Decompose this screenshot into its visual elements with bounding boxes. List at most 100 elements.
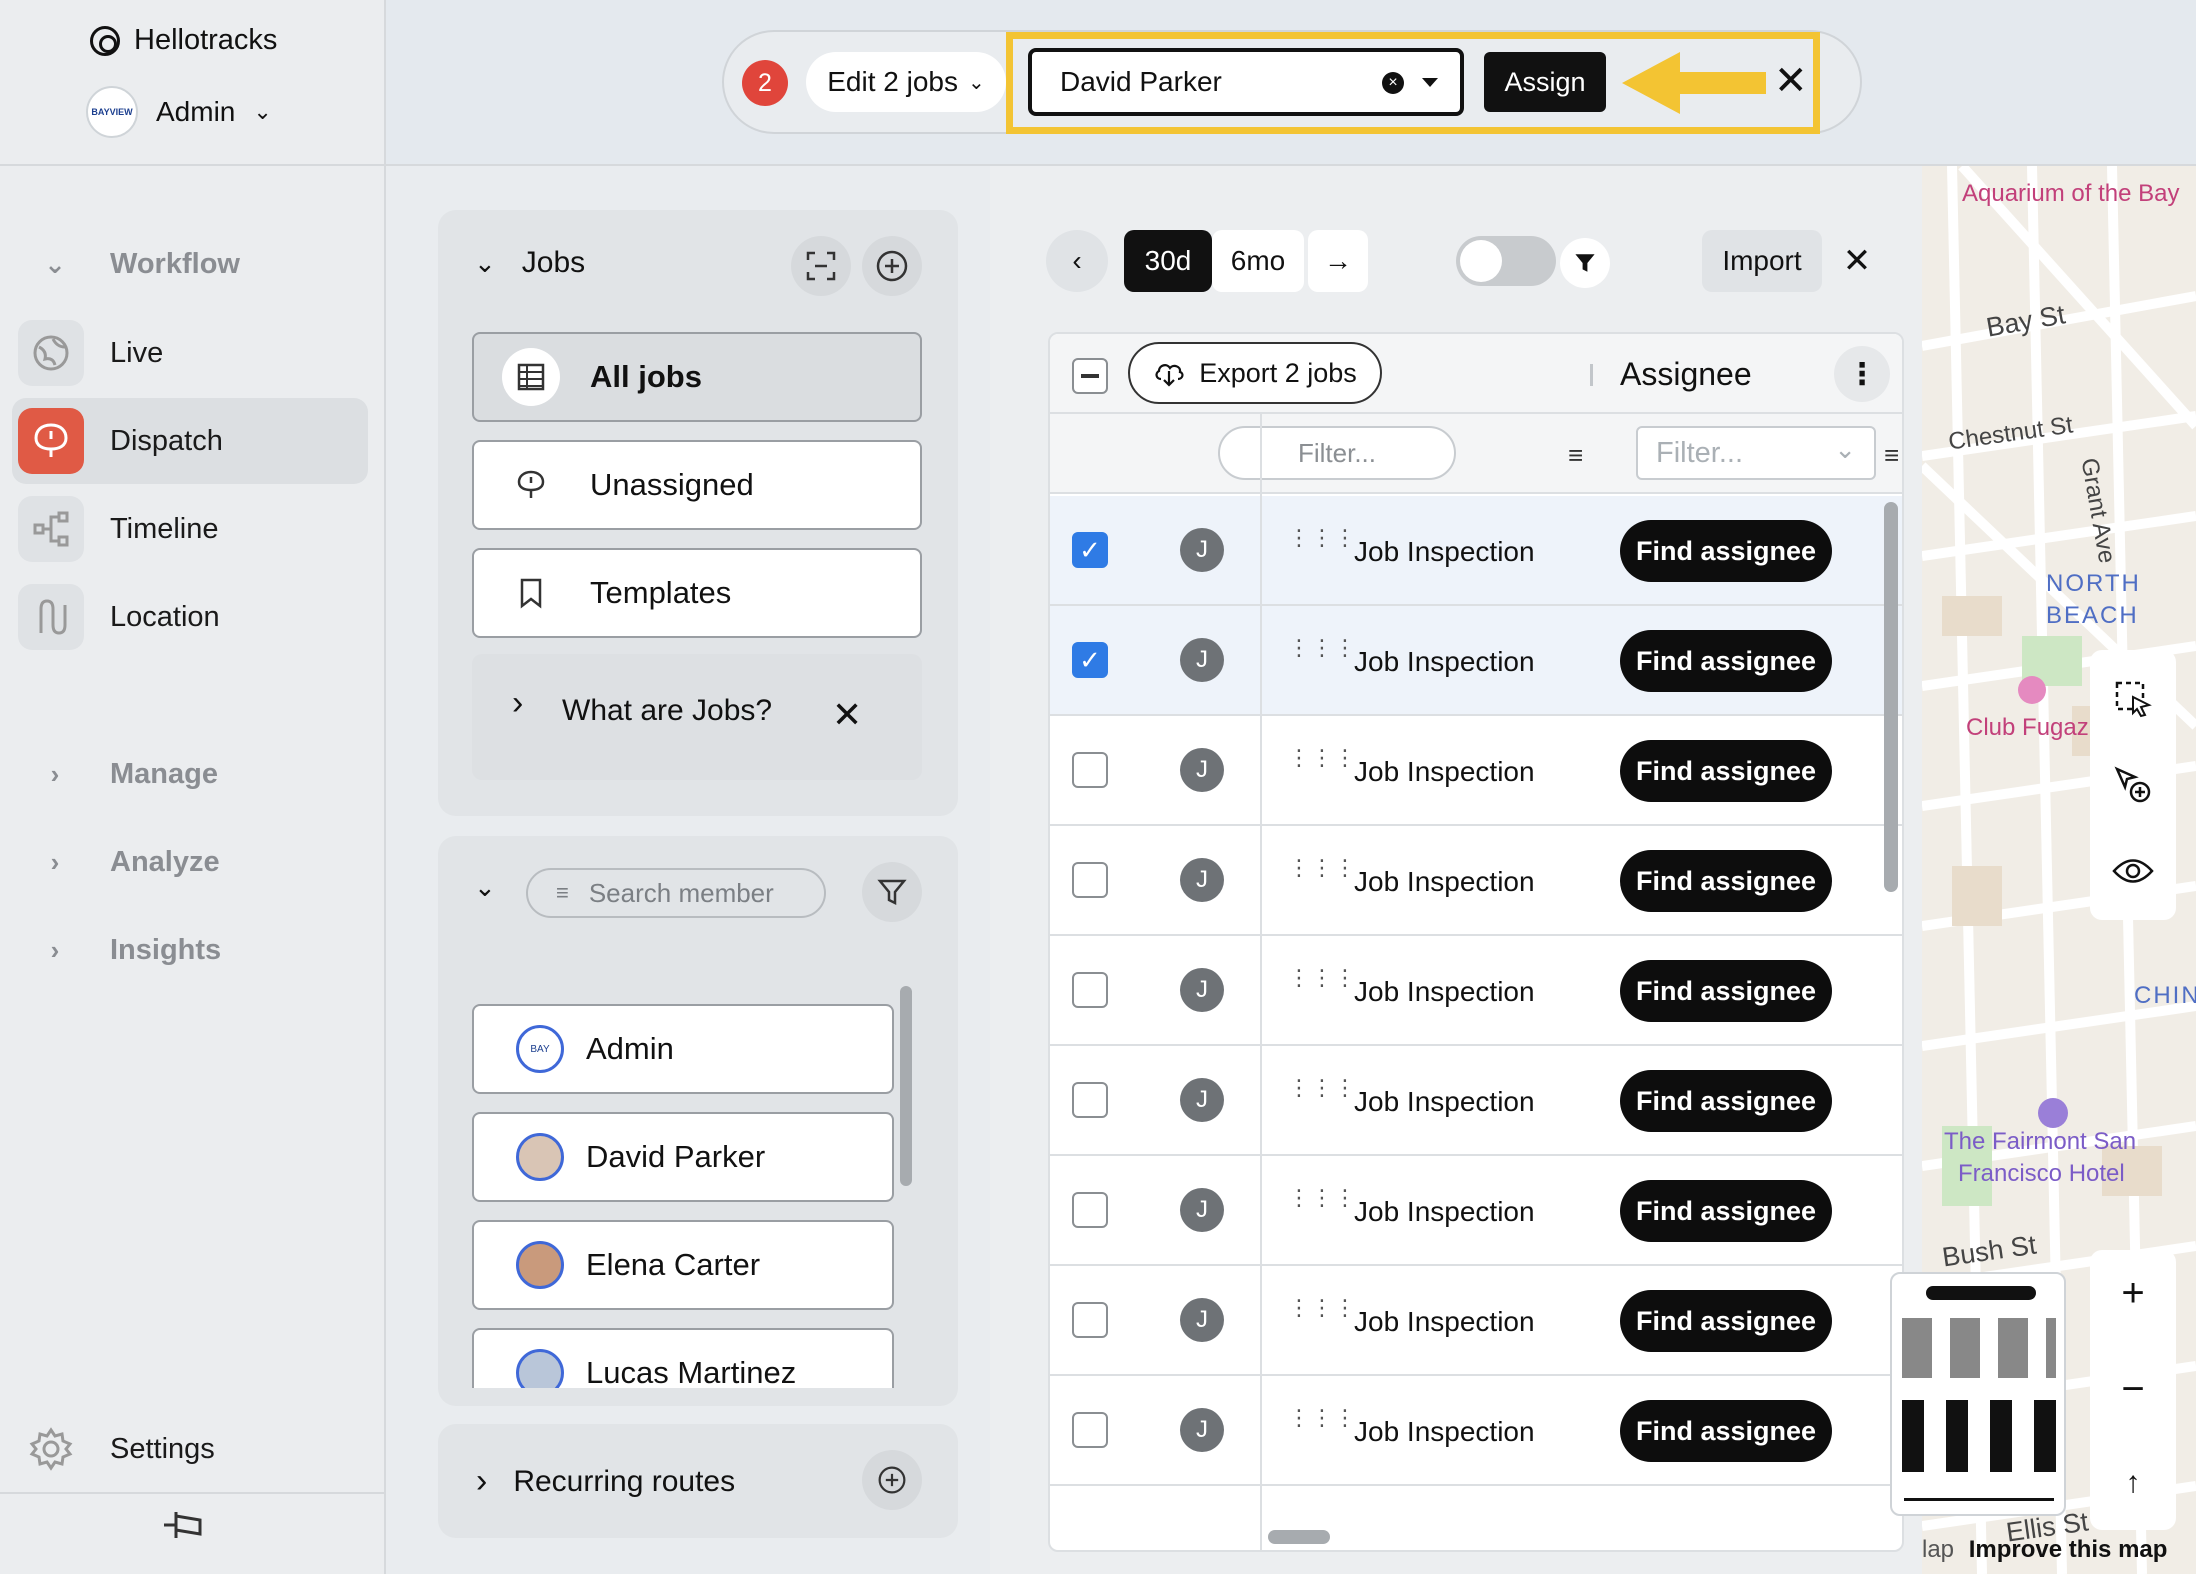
job-title[interactable]: Job Inspection [1354,1086,1535,1118]
filter-lines-icon[interactable]: ≡ [1568,440,1598,471]
sidebar-section-analyze[interactable]: › Analyze [0,832,386,892]
row-checkbox[interactable]: ✓ [1072,642,1108,678]
row-checkbox[interactable] [1072,972,1108,1008]
more-vertical-icon[interactable]: ⋮ [1834,346,1890,402]
table-row[interactable]: J ⋮⋮⋮ Job Inspection Find assignee [1050,1156,1902,1266]
org-switcher[interactable]: BAYVIEW Admin ⌄ [86,86,272,138]
job-title[interactable]: Job Inspection [1354,976,1535,1008]
find-assignee-button[interactable]: Find assignee [1620,740,1832,802]
add-job-icon[interactable] [862,236,922,296]
zoom-in-icon[interactable]: + [2090,1250,2176,1336]
find-assignee-button[interactable]: Find assignee [1620,520,1832,582]
recurring-routes-header[interactable]: › Recurring routes [476,1462,735,1501]
job-title[interactable]: Job Inspection [1354,1306,1535,1338]
drag-handle-icon[interactable]: ⋮⋮⋮ [1288,527,1357,549]
row-checkbox[interactable] [1072,752,1108,788]
table-row[interactable]: J ⋮⋮⋮ Job Inspection Find assignee [1050,936,1902,1046]
table-row[interactable]: J ⋮⋮⋮ Job Inspection Find assignee [1050,1376,1902,1486]
add-to-selection-icon[interactable] [2090,742,2176,828]
assign-button[interactable]: Assign [1484,52,1606,112]
drag-handle-icon[interactable]: ⋮⋮⋮ [1288,747,1357,769]
sidebar-section-manage[interactable]: › Manage [0,744,386,804]
drag-handle-icon[interactable]: ⋮⋮⋮ [1288,1407,1357,1429]
row-checkbox[interactable] [1072,1412,1108,1448]
close-icon[interactable]: ✕ [832,694,862,736]
member-card-elena-carter[interactable]: Elena Carter [472,1220,894,1310]
clear-icon[interactable]: × [1382,72,1404,94]
assignee-select[interactable]: David Parker × [1028,48,1464,116]
lasso-select-icon[interactable] [2090,656,2176,742]
row-checkbox[interactable] [1072,1082,1108,1118]
nav-templates[interactable]: Templates [472,548,922,638]
find-assignee-button[interactable]: Find assignee [1620,630,1832,692]
scan-icon[interactable] [791,236,851,296]
row-checkbox[interactable] [1072,1302,1108,1338]
nav-unassigned[interactable]: Unassigned [472,440,922,530]
filter-icon[interactable] [862,862,922,922]
range-30d-button[interactable]: 30d [1124,230,1212,292]
select-all-checkbox[interactable] [1072,358,1108,394]
improve-map-link[interactable]: Improve this map [1969,1536,2168,1563]
edit-jobs-dropdown[interactable]: Edit 2 jobs ⌄ [806,52,1006,112]
filter-icon[interactable] [1560,238,1610,288]
drag-handle-icon[interactable]: ⋮⋮⋮ [1288,1187,1357,1209]
sidebar-item-live[interactable]: Live [12,310,368,396]
pin-sidebar-icon[interactable] [160,1508,204,1551]
caret-down-icon[interactable] [1422,78,1438,87]
sidebar-section-insights[interactable]: › Insights [0,920,386,980]
sidebar-item-location[interactable]: Location [12,574,368,660]
search-member-input[interactable]: ≡ Search member [526,868,826,918]
export-jobs-button[interactable]: Export 2 jobs [1128,342,1382,404]
what-are-jobs-card[interactable]: › What are Jobs? ✕ [472,654,922,780]
table-vertical-scrollbar[interactable] [1884,502,1898,892]
map-layers-thumbnail[interactable] [1890,1272,2066,1516]
range-6mo-button[interactable]: 6mo [1212,230,1304,292]
job-title[interactable]: Job Inspection [1354,1196,1535,1228]
drag-handle-icon[interactable]: ⋮⋮⋮ [1288,637,1357,659]
import-button[interactable]: Import [1702,230,1822,292]
member-card-lucas-martinez[interactable]: Lucas Martinez [472,1328,894,1388]
compass-north-icon[interactable]: ↑ [2090,1440,2176,1526]
add-route-icon[interactable] [862,1450,922,1510]
find-assignee-button[interactable]: Find assignee [1620,960,1832,1022]
sidebar-item-timeline[interactable]: Timeline [12,486,368,572]
row-checkbox[interactable] [1072,1192,1108,1228]
member-card-david-parker[interactable]: David Parker [472,1112,894,1202]
drag-handle-icon[interactable]: ⋮⋮⋮ [1288,1297,1357,1319]
table-row[interactable]: J ⋮⋮⋮ Job Inspection Find assignee [1050,716,1902,826]
job-title[interactable]: Job Inspection [1354,646,1535,678]
members-collapse[interactable]: ⌄ [474,872,496,903]
members-scrollbar[interactable] [900,986,912,1186]
find-assignee-button[interactable]: Find assignee [1620,1070,1832,1132]
job-title[interactable]: Job Inspection [1354,536,1535,568]
find-assignee-button[interactable]: Find assignee [1620,1400,1832,1462]
row-checkbox[interactable]: ✓ [1072,532,1108,568]
sidebar-item-settings[interactable]: Settings [12,1406,368,1492]
arrow-right-icon[interactable]: → [1308,230,1368,292]
job-title[interactable]: Job Inspection [1354,756,1535,788]
table-row[interactable]: ✓ J ⋮⋮⋮ Job Inspection Find assignee [1050,606,1902,716]
eye-icon[interactable] [2090,828,2176,914]
assignee-column-header[interactable]: Assignee [1620,356,1752,393]
zoom-out-icon[interactable]: − [2090,1346,2176,1432]
find-assignee-button[interactable]: Find assignee [1620,850,1832,912]
table-row[interactable]: J ⋮⋮⋮ Job Inspection Find assignee [1050,826,1902,936]
drag-handle-icon[interactable]: ⋮⋮⋮ [1288,857,1357,879]
close-icon[interactable]: ✕ [1826,230,1888,292]
filter-lines-icon[interactable]: ≡ [1884,440,1902,471]
drag-handle-icon[interactable]: ⋮⋮⋮ [1288,967,1357,989]
table-row[interactable]: J ⋮⋮⋮ Job Inspection Find assignee [1050,1046,1902,1156]
table-horizontal-scrollbar[interactable] [1268,1530,1330,1544]
title-filter-input[interactable]: Filter... [1218,426,1456,480]
assignee-filter-select[interactable]: Filter... ⌄ [1636,426,1876,480]
job-title[interactable]: Job Inspection [1354,1416,1535,1448]
find-assignee-button[interactable]: Find assignee [1620,1290,1832,1352]
table-row[interactable]: ✓ J ⋮⋮⋮ Job Inspection Find assignee [1050,496,1902,606]
column-resize-handle[interactable] [1590,364,1593,386]
sidebar-section-workflow[interactable]: ⌄ Workflow [0,234,386,294]
row-checkbox[interactable] [1072,862,1108,898]
jobs-panel-header[interactable]: ⌄ Jobs [474,246,585,280]
table-row[interactable]: J ⋮⋮⋮ Job Inspection Find assignee [1050,1266,1902,1376]
chevron-left-icon[interactable]: ‹ [1046,230,1108,292]
close-icon[interactable]: ✕ [1774,58,1808,104]
